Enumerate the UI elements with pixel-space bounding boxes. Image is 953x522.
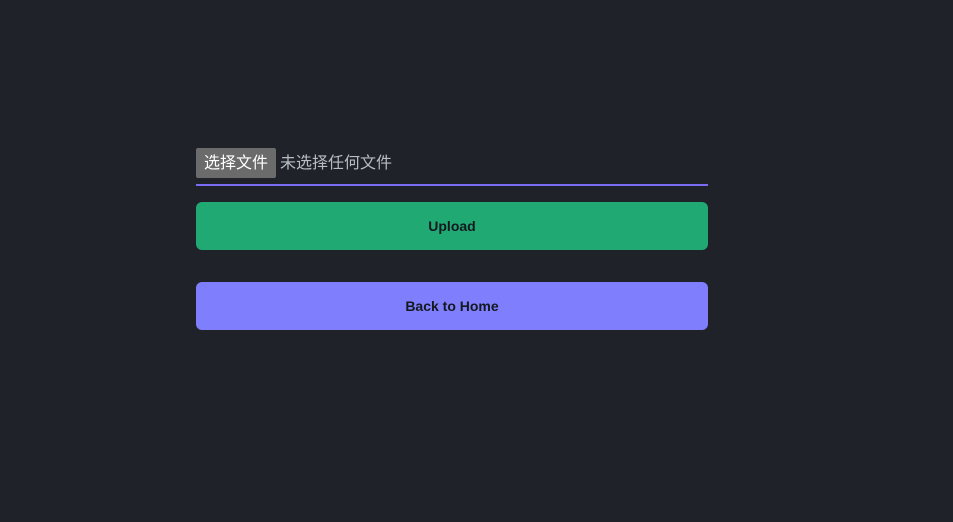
upload-form: 选择文件 未选择任何文件 Upload Back to Home bbox=[196, 148, 708, 330]
page: 选择文件 未选择任何文件 Upload Back to Home bbox=[0, 0, 953, 522]
upload-button[interactable]: Upload bbox=[196, 202, 708, 250]
file-input[interactable]: 选择文件 未选择任何文件 bbox=[196, 148, 708, 186]
choose-file-button[interactable]: 选择文件 bbox=[196, 148, 277, 178]
file-status-text: 未选择任何文件 bbox=[280, 153, 393, 172]
back-to-home-button[interactable]: Back to Home bbox=[196, 282, 708, 330]
